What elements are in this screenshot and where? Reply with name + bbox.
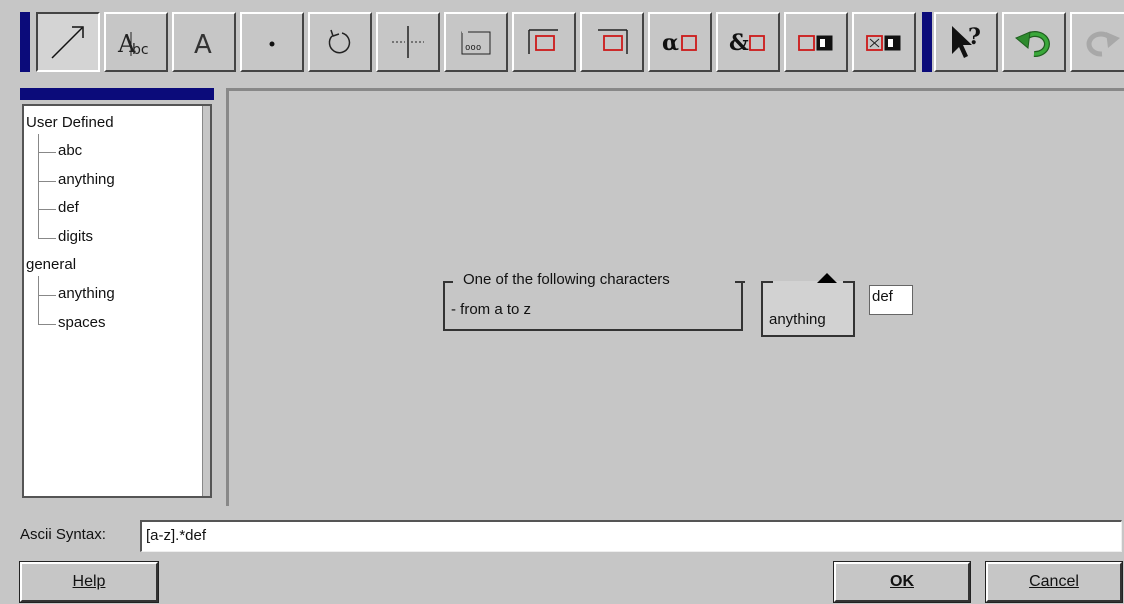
tree-title-bar[interactable] [20,88,214,100]
tree-connector [38,295,56,296]
char-set-frame-corner [443,281,453,283]
svg-text:bc: bc [132,42,149,58]
tree-scrollbar[interactable] [202,106,210,496]
regexp-tree-panel: User Defined abc anything def digits gen… [20,88,214,500]
group-button[interactable]: ooo [444,12,508,72]
letter-a-icon: A [194,30,212,60]
ok-button-label: OK [890,573,914,590]
box-left-icon [528,29,558,54]
draw-arrow-button[interactable] [36,12,100,72]
ok-button[interactable]: OK [834,562,970,602]
alternative-button[interactable] [376,12,440,72]
tree-connector [38,238,56,239]
tree-item-abc[interactable]: abc [58,142,82,159]
tree-connector [38,324,56,325]
cross-box-icon [866,35,901,51]
box-right-icon [598,29,628,54]
split-bar-icon [392,26,424,58]
repeat-up-arrow-icon[interactable] [817,273,837,283]
loop-arrow-icon [328,29,351,54]
end-line-button[interactable] [580,12,644,72]
tree-group-user-defined[interactable]: User Defined [26,114,114,131]
redo-icon [1086,31,1120,57]
repeat-button[interactable] [308,12,372,72]
repeat-label: anything [769,311,826,328]
tree-branch-line [38,134,39,238]
help-glyph: ? [968,24,981,50]
negated-set-button[interactable] [784,12,848,72]
repeat-widget[interactable]: anything [761,273,855,337]
character-set-button[interactable]: Abc [104,12,168,72]
group-box-icon: ooo [461,31,491,55]
any-char-button[interactable] [240,12,304,72]
ascii-syntax-field[interactable]: [a-z].*def [140,520,1122,552]
abc-char-icon: Abc [117,30,149,58]
svg-text:ooo: ooo [465,43,481,53]
ampersand-box-icon: & [729,30,765,56]
undo-icon [1015,31,1050,58]
exclusion-button[interactable] [852,12,916,72]
cancel-button[interactable]: Cancel [986,562,1122,602]
toolbar-handle[interactable] [20,12,30,72]
tree-connector [38,181,56,182]
whats-this-button[interactable]: ? [934,12,998,72]
repeat-frame [761,281,855,337]
toolbar-separator [922,12,932,72]
cancel-button-label: Cancel [1029,573,1079,590]
repeat-frame-corner [761,281,773,283]
tree-item-digits[interactable]: digits [58,228,93,245]
ascii-syntax-label: Ascii Syntax: [20,526,106,543]
diagonal-arrow-icon [51,26,84,59]
tree-item-def[interactable]: def [58,199,79,216]
help-button[interactable]: Help [20,562,158,602]
char-set-title: One of the following characters [463,271,670,288]
amp-glyph: & [729,30,749,56]
repeat-frame-corner [843,281,855,283]
filled-box-icon [798,35,833,51]
tree-item-spaces[interactable]: spaces [58,314,106,331]
regexp-canvas[interactable]: One of the following characters - from a… [226,88,1124,506]
alpha-glyph: α [662,30,679,56]
text-button[interactable]: A [172,12,236,72]
ampersand-button[interactable]: & [716,12,780,72]
begin-line-button[interactable] [512,12,576,72]
tree-connector [38,209,56,210]
literal-text-widget[interactable]: def [869,285,913,315]
svg-text:A: A [194,30,212,60]
alpha-button[interactable]: α [648,12,712,72]
redo-button[interactable] [1070,12,1124,72]
tree-branch-line [38,276,39,324]
tree-group-general[interactable]: general [26,256,76,273]
tree-item-anything[interactable]: anything [58,171,115,188]
char-set-range: - from a to z [451,301,532,318]
dot-icon [269,41,275,47]
char-set-frame-corner [735,281,745,283]
toolbar: Abc A ooo α & ? [20,10,1124,76]
help-button-label: Help [72,573,106,590]
tree-connector [38,152,56,153]
undo-button[interactable] [1002,12,1066,72]
char-set-widget[interactable]: One of the following characters - from a… [443,271,745,333]
whats-this-icon: ? [952,24,981,58]
alpha-box-icon: α [662,30,697,56]
tree-item-general-anything[interactable]: anything [58,285,115,302]
regexp-tree[interactable]: User Defined abc anything def digits gen… [22,104,212,498]
